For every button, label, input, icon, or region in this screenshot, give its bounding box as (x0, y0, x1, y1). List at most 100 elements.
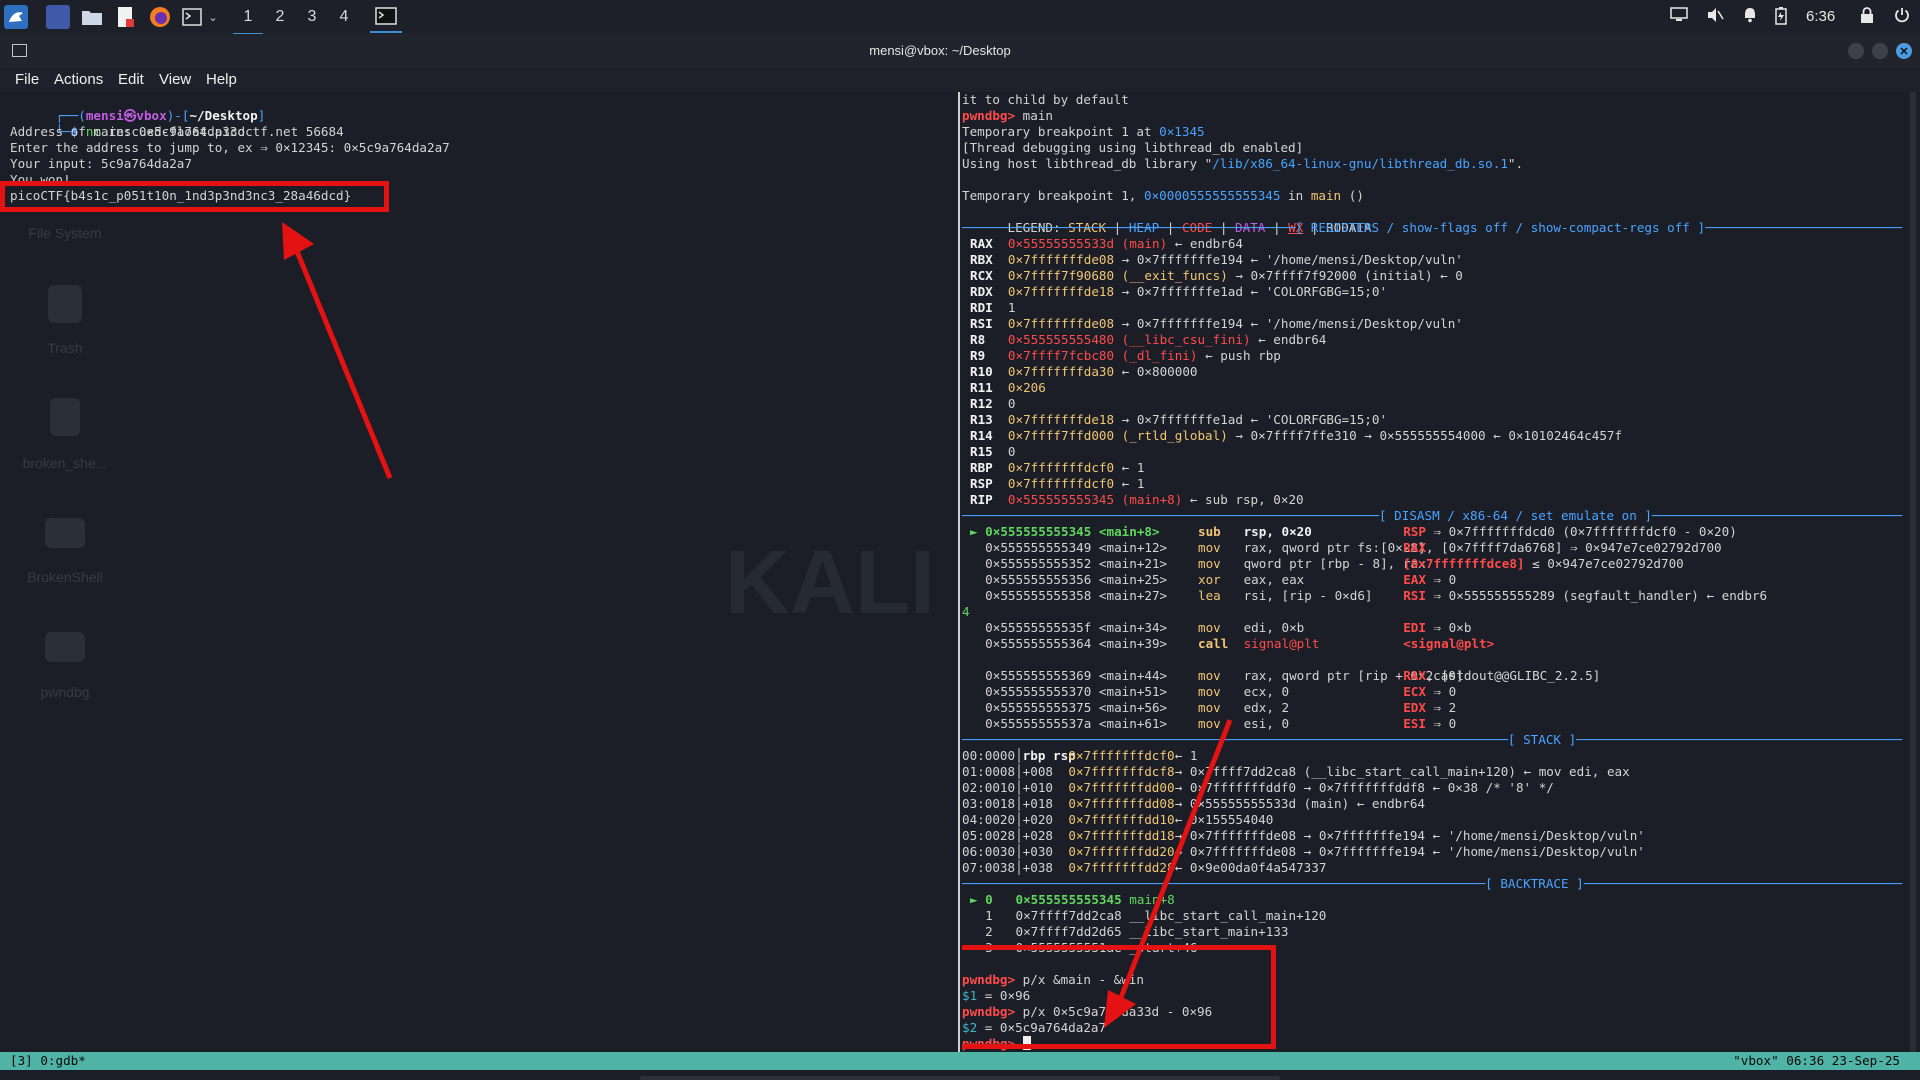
workspace-3[interactable]: 3 (297, 0, 327, 33)
scrollbar[interactable] (1910, 92, 1916, 1052)
register-value: 0×7ffff7ffd000 (_rtld_global) (1007, 428, 1228, 443)
register-deref: ← 0×800000 (1114, 364, 1198, 379)
disasm-comment: [0×7fffffffdce8] ≤ 0×947e7ce02792d700 (1403, 556, 1684, 571)
close-button[interactable] (1896, 43, 1912, 59)
desktop-ghost-pwndbg: pwndbg (40, 684, 90, 700)
register-value: 1 (1007, 300, 1016, 315)
stack-index: 05:0028│ (962, 828, 1023, 843)
disasm-comment: RSI ⇒ 0×555555555289 (segfault_handler) … (1403, 588, 1768, 603)
terminal-area[interactable]: KALI File System Trash broken_she... Bro… (0, 92, 1920, 1052)
register-name: R12 (970, 396, 1008, 411)
bell-icon[interactable] (1742, 7, 1758, 27)
disasm-args: esi, 0 (1243, 716, 1290, 731)
output-line: Enter the address to jump to, ex ⇒ 0×123… (10, 140, 450, 155)
bottom-edge (0, 1070, 1920, 1080)
files-icon[interactable] (80, 5, 104, 29)
gdb-output-line: Temporary breakpoint 1, 0×00005555555553… (962, 188, 1364, 203)
disasm-comment: RSP ⇒ 0×7fffffffdcd0 (0×7fffffffdcf0 - 0… (1403, 524, 1737, 539)
register-row: RDI 1 (970, 300, 1016, 316)
register-name: RDI (970, 300, 1008, 315)
disasm-args: rax, qword ptr fs:[0×28] (1243, 540, 1426, 555)
disasm-args: edi, 0×b (1243, 620, 1305, 635)
backtrace-index: 2 (970, 924, 1016, 939)
section-title: [ REGISTERS / show-flags off / show-comp… (1295, 220, 1706, 235)
gdb-output-line: Temporary breakpoint 1 at 0×1345 (962, 124, 1205, 139)
register-name: R11 (970, 380, 1008, 395)
pane-divider[interactable] (958, 92, 960, 1052)
workspace-2[interactable]: 2 (265, 0, 295, 33)
disasm-op: sub (1198, 524, 1221, 539)
disasm-args: rsp, 0×20 (1243, 524, 1312, 539)
disasm-address: 0×555555555358 <main+27> (985, 588, 1168, 603)
flag-highlight-box (0, 181, 389, 212)
disasm-comment: ESI ⇒ 0 (1403, 716, 1457, 731)
clock[interactable]: 6:36 (1806, 8, 1835, 25)
taskbar-terminal-button[interactable] (370, 0, 402, 33)
mute-icon[interactable] (1706, 7, 1724, 27)
output-line: Address of main: 0×5c9a764da33d (10, 124, 246, 139)
register-value: 0×7fffffffdcf0 (1007, 476, 1115, 491)
terminal-icon[interactable] (180, 5, 204, 29)
menu-edit[interactable]: Edit (118, 71, 144, 88)
kali-menu-icon[interactable] (4, 5, 28, 29)
disasm-row: 0×555555555369 <main+44> (970, 668, 1167, 684)
display-icon[interactable] (1670, 7, 1688, 25)
register-name: RBX (970, 252, 1008, 267)
disasm-row: 4 (962, 604, 970, 619)
window-titlebar[interactable]: mensi@vbox: ~/Desktop (0, 34, 1920, 68)
firefox-icon[interactable] (148, 5, 172, 29)
register-row: RAX 0×55555555533d (main) ← endbr64 (970, 236, 1243, 252)
gdb-output-line: it to child by default (962, 92, 1129, 107)
disasm-address: 0×555555555349 <main+12> (985, 540, 1168, 555)
register-name: R9 (970, 348, 1008, 363)
workspace-4[interactable]: 4 (329, 0, 359, 33)
register-name: RAX (970, 236, 1008, 251)
disasm-row: 0×555555555370 <main+51> (970, 684, 1167, 700)
register-value: 0×7ffff7f90680 (__exit_funcs) (1007, 268, 1228, 283)
workspace-1[interactable]: 1 (233, 0, 263, 35)
backtrace-index: ► 0 (970, 892, 1016, 907)
register-value: 0×555555555480 (__libc_csu_fini) (1007, 332, 1251, 347)
menu-help[interactable]: Help (206, 71, 237, 88)
register-row: R12 0 (970, 396, 1016, 412)
power-icon[interactable] (1894, 7, 1910, 27)
register-deref: → 0×7ffff7f92000 (initial) ← 0 (1227, 268, 1463, 283)
stack-index: 00:0000│ (962, 748, 1023, 763)
register-row: RIP 0×555555555345 (main+8) ← sub rsp, 0… (970, 492, 1304, 508)
register-name: RCX (970, 268, 1008, 283)
left-terminal-pane[interactable]: KALI File System Trash broken_she... Bro… (0, 92, 958, 1052)
backtrace-index: 1 (970, 908, 1016, 923)
minimize-button[interactable] (1848, 43, 1864, 59)
desktop-icon[interactable] (46, 5, 70, 29)
gdb-output-line: Using host libthread_db library "/lib/x8… (962, 156, 1524, 171)
disasm-comment: EDI ⇒ 0×b (1403, 620, 1472, 635)
battery-icon[interactable] (1775, 7, 1787, 29)
terminal-window-icon (375, 6, 397, 25)
folder-icon (45, 518, 85, 548)
register-name: RSP (970, 476, 1008, 491)
chevron-down-icon[interactable]: ⌄ (206, 5, 220, 29)
register-row: R13 0×7fffffffde18 → 0×7fffffffe1ad ← 'C… (970, 412, 1387, 428)
menu-view[interactable]: View (159, 71, 191, 88)
register-row: R15 0 (970, 444, 1016, 460)
register-name: RDX (970, 284, 1008, 299)
disasm-op: mov (1198, 684, 1221, 699)
register-deref: ← endbr64 (1167, 236, 1243, 251)
register-name: RBP (970, 460, 1008, 475)
menu-actions[interactable]: Actions (54, 71, 103, 88)
disasm-args: eax, eax (1243, 572, 1305, 587)
register-row: R10 0×7fffffffda30 ← 0×800000 (970, 364, 1197, 380)
text-editor-icon[interactable] (114, 5, 138, 29)
register-deref: → 0×7fffffffe194 ← '/home/mensi/Desktop/… (1114, 316, 1463, 331)
disasm-row: 0×55555555535f <main+34> (970, 620, 1167, 636)
section-title: [ DISASM / x86-64 / set emulate on ] (1379, 508, 1652, 523)
stack-index: 03:0018│ (962, 796, 1023, 811)
disasm-address: 0×555555555364 <main+39> (985, 636, 1168, 651)
register-deref: → 0×7ffff7ffe310 → 0×555555554000 ← 0×10… (1227, 428, 1623, 443)
lock-icon[interactable] (1860, 7, 1874, 27)
register-row: R14 0×7ffff7ffd000 (_rtld_global) → 0×7f… (970, 428, 1622, 444)
disasm-args: signal@plt (1243, 636, 1320, 651)
maximize-button[interactable] (1872, 43, 1888, 59)
menu-file[interactable]: File (15, 71, 39, 88)
register-row: R11 0×206 (970, 380, 1046, 396)
